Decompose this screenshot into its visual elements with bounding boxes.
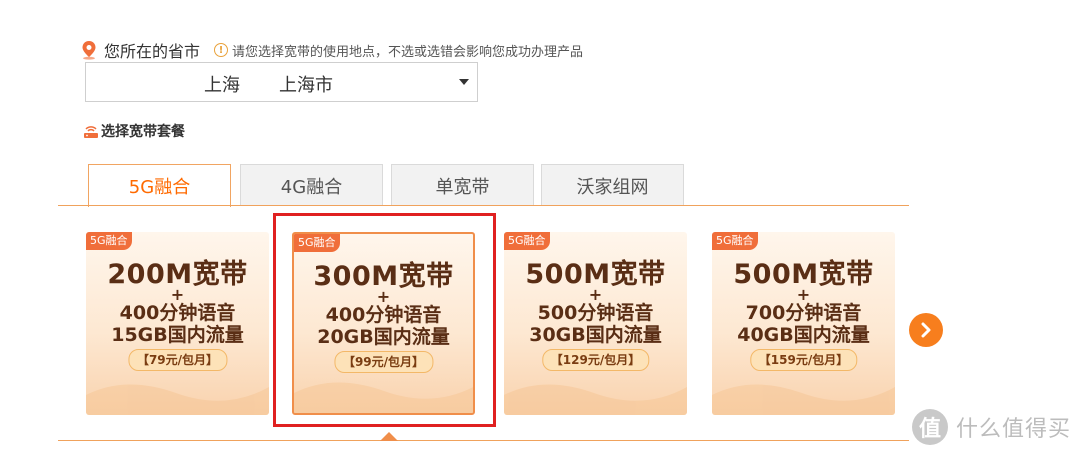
watermark: 值 什么值得买 [912, 407, 1071, 447]
router-icon [84, 126, 98, 138]
package-section-header: 选择宽带套餐 [83, 121, 185, 141]
package-card-1[interactable]: 5G融合 200M宽带 + 400分钟语音 15GB国内流量 【79元/包月】 [86, 232, 269, 415]
caret-down-icon [459, 79, 469, 85]
card-wave-decoration [712, 384, 895, 415]
location-pin-icon [82, 41, 96, 60]
province-value: 上海 [204, 75, 240, 96]
region-select[interactable]: 上海 上海市 [85, 62, 478, 102]
package-section-label: 选择宽带套餐 [101, 124, 185, 140]
chevron-right-icon [921, 322, 931, 338]
tab-broadband-only[interactable]: 单宽带 [391, 164, 534, 206]
card-data: 15GB国内流量 [111, 324, 244, 346]
card-wave-decoration [86, 384, 269, 415]
card-data: 30GB国内流量 [529, 324, 662, 346]
card-wave-decoration [504, 384, 687, 415]
warning-icon: ! [214, 43, 229, 57]
tab-divider [58, 205, 909, 206]
watermark-logo-icon: 值 [912, 409, 948, 445]
watermark-text: 什么值得买 [956, 417, 1072, 442]
location-hint: 请您选择宽带的使用地点，不选或选错会影响您成功办理产品 [232, 44, 584, 60]
card-tag: 5G融合 [712, 232, 758, 250]
tab-home-network[interactable]: 沃家组网 [541, 164, 684, 206]
tab-4g-fusion[interactable]: 4G融合 [240, 164, 383, 206]
package-card-3[interactable]: 5G融合 500M宽带 + 500分钟语音 30GB国内流量 【129元/包月】 [504, 232, 687, 415]
card-tag: 5G融合 [86, 232, 132, 250]
selection-highlight [273, 213, 496, 427]
card-data: 40GB国内流量 [737, 324, 870, 346]
card-tag: 5G融合 [504, 232, 550, 250]
location-row: 您所在的省市 ! 请您选择宽带的使用地点，不选或选错会影响您成功办理产品 [80, 38, 583, 62]
package-card-4[interactable]: 5G融合 500M宽带 + 700分钟语音 40GB国内流量 【159元/包月】 [712, 232, 895, 415]
selected-pointer-icon [380, 432, 398, 441]
next-page-button[interactable] [909, 313, 943, 347]
location-label: 您所在的省市 [104, 42, 201, 61]
cards-bottom-divider [58, 440, 909, 441]
city-value: 上海市 [279, 75, 333, 96]
tab-5g-fusion[interactable]: 5G融合 [88, 164, 231, 207]
